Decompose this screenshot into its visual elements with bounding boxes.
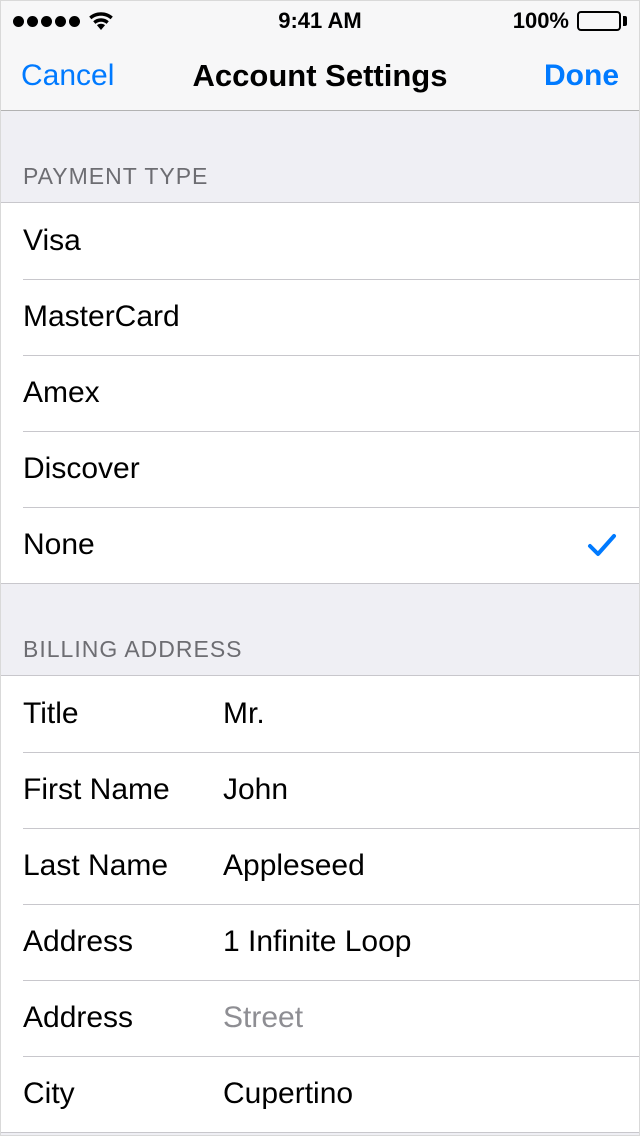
battery-percentage: 100%	[513, 8, 569, 34]
billing-address-group: Title Mr. First Name John Last Name Appl…	[1, 675, 639, 1133]
billing-row-title[interactable]: Title Mr.	[1, 676, 639, 752]
field-placeholder: Street	[223, 1001, 617, 1035]
cancel-button[interactable]: Cancel	[21, 59, 141, 93]
payment-option-mastercard[interactable]: MasterCard	[1, 279, 639, 355]
field-label: Title	[23, 697, 223, 731]
done-button[interactable]: Done	[499, 59, 619, 93]
payment-option-label: Amex	[23, 376, 617, 410]
field-value: Mr.	[223, 697, 617, 731]
payment-option-none[interactable]: None	[1, 507, 639, 583]
payment-option-label: Discover	[23, 452, 617, 486]
nav-bar: Cancel Account Settings Done	[1, 41, 639, 111]
payment-type-group: Visa MasterCard Amex Discover None	[1, 202, 639, 584]
screen: 9:41 AM 100% Cancel Account Settings Don…	[0, 0, 640, 1136]
status-right: 100%	[477, 8, 627, 34]
field-value: Appleseed	[223, 849, 617, 883]
battery-icon	[577, 11, 627, 31]
section-header-payment: PAYMENT TYPE	[1, 111, 639, 202]
payment-option-label: None	[23, 528, 587, 562]
field-value: John	[223, 773, 617, 807]
billing-row-address-1[interactable]: Address 1 Infinite Loop	[1, 904, 639, 980]
status-left	[13, 11, 163, 31]
field-label: City	[23, 1077, 223, 1111]
section-header-billing: BILLING ADDRESS	[1, 584, 639, 675]
payment-option-discover[interactable]: Discover	[1, 431, 639, 507]
status-bar: 9:41 AM 100%	[1, 1, 639, 41]
page-title: Account Settings	[141, 58, 499, 94]
field-label: Address	[23, 1001, 223, 1035]
cellular-signal-icon	[13, 16, 80, 27]
payment-option-visa[interactable]: Visa	[1, 203, 639, 279]
field-value: 1 Infinite Loop	[223, 925, 617, 959]
status-time: 9:41 AM	[163, 8, 477, 34]
wifi-icon	[88, 11, 114, 31]
billing-row-first-name[interactable]: First Name John	[1, 752, 639, 828]
payment-option-label: Visa	[23, 224, 617, 258]
field-value: Cupertino	[223, 1077, 617, 1111]
payment-option-label: MasterCard	[23, 300, 617, 334]
payment-option-amex[interactable]: Amex	[1, 355, 639, 431]
billing-row-address-2[interactable]: Address Street	[1, 980, 639, 1056]
billing-row-city[interactable]: City Cupertino	[1, 1056, 639, 1132]
billing-row-last-name[interactable]: Last Name Appleseed	[1, 828, 639, 904]
field-label: Address	[23, 925, 223, 959]
checkmark-icon	[587, 532, 617, 558]
field-label: Last Name	[23, 849, 223, 883]
field-label: First Name	[23, 773, 223, 807]
